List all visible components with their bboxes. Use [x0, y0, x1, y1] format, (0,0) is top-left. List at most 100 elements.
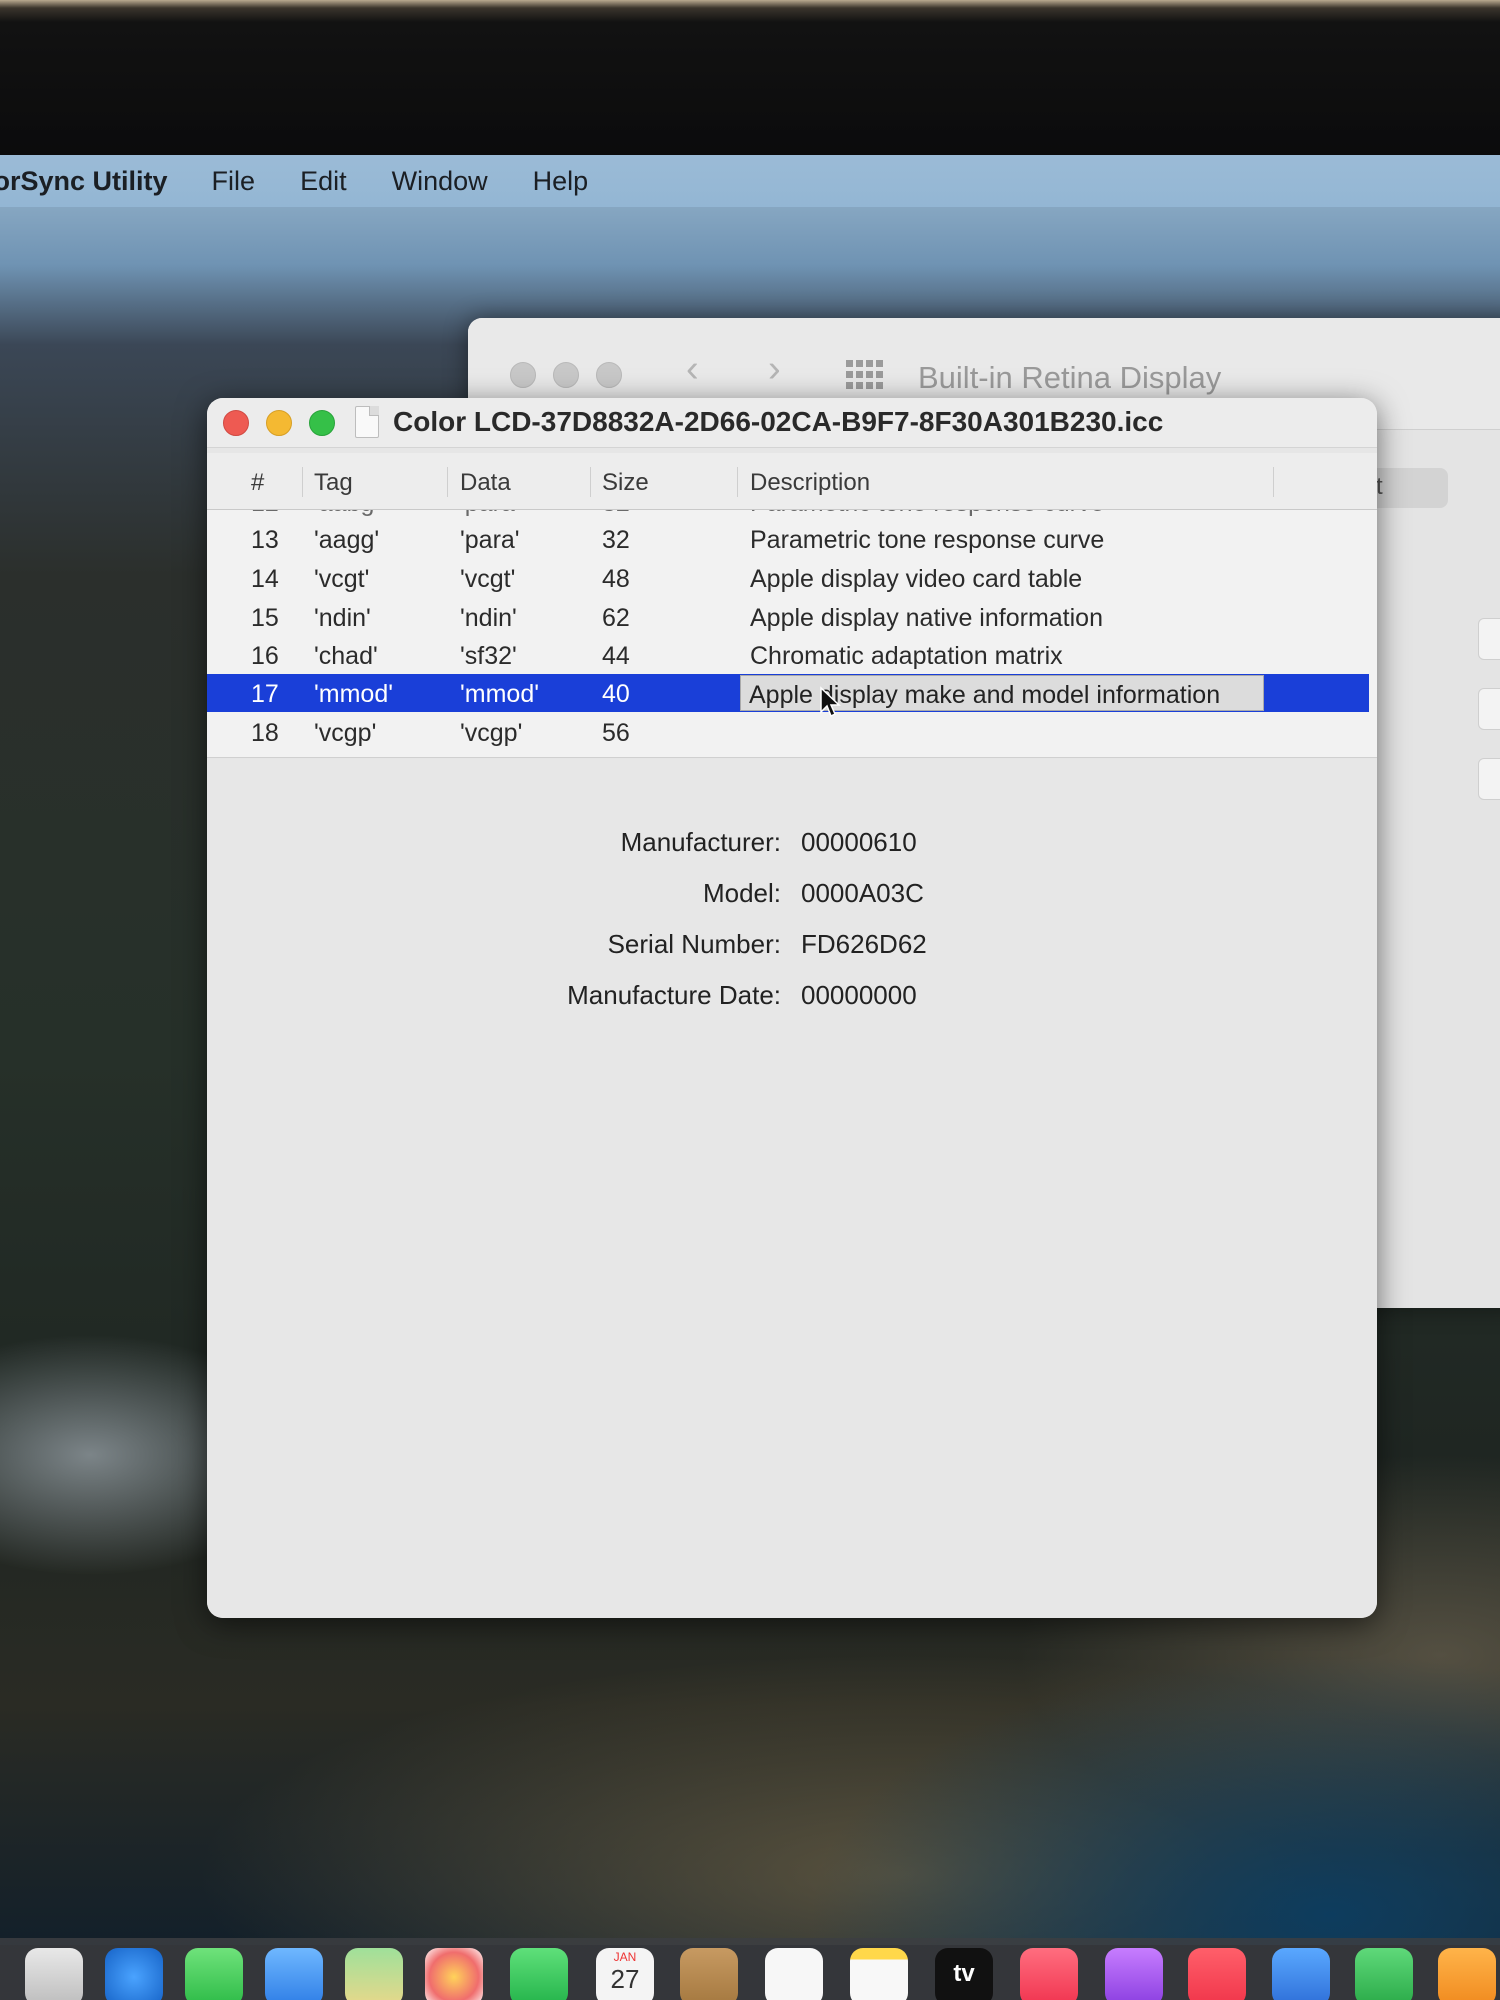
cell-tag: 'vcgp'	[314, 719, 377, 747]
detail-row-manufacture-date: Manufacture Date: 00000000	[207, 980, 1377, 1020]
apple-tv-label: tv	[953, 1960, 975, 1987]
cell-description: Apple display video card table	[750, 565, 1083, 593]
column-header-tag[interactable]: Tag	[314, 469, 353, 497]
cell-description: Parametric tone response curve	[750, 526, 1105, 554]
cell-number: 15	[251, 604, 279, 632]
cell-number: 12	[251, 510, 279, 518]
minimize-button-inactive[interactable]	[553, 362, 579, 388]
column-header-number[interactable]: #	[251, 469, 264, 497]
cell-description: Chromatic adaptation matrix	[750, 642, 1063, 670]
menu-file[interactable]: File	[212, 166, 256, 197]
podcasts-icon[interactable]	[1105, 1948, 1163, 2000]
cell-tag: 'ndin'	[314, 604, 371, 632]
cell-size: 32	[602, 510, 630, 518]
cell-tag: 'aabg'	[314, 510, 379, 518]
detail-label: Manufacturer:	[620, 827, 781, 857]
menu-edit[interactable]: Edit	[300, 166, 347, 197]
cell-data: 'para'	[460, 526, 520, 554]
tag-detail-panel: Manufacturer: 00000610 Model: 0000A03C S…	[207, 759, 1377, 1618]
tag-table[interactable]: 12 'aabg' 'para' 32 Parametric tone resp…	[207, 510, 1377, 758]
document-icon	[355, 406, 379, 438]
profile-window: Color LCD-37D8832A-2D66-02CA-B9F7-8F30A3…	[207, 398, 1377, 1618]
reminders-icon[interactable]	[765, 1948, 823, 2000]
maps-icon[interactable]	[345, 1948, 403, 2000]
detail-row-manufacturer: Manufacturer: 00000610	[207, 827, 1377, 867]
menu-bar: lorSync Utility File Edit Window Help	[0, 155, 1500, 207]
close-button-inactive[interactable]	[510, 362, 536, 388]
keynote-icon[interactable]	[1272, 1948, 1330, 2000]
music-icon[interactable]	[1020, 1948, 1078, 2000]
notes-icon[interactable]	[850, 1948, 908, 2000]
cell-data: 'vcgp'	[460, 719, 523, 747]
cell-number: 16	[251, 642, 279, 670]
background-window-control[interactable]	[1478, 618, 1500, 660]
cell-data: 'sf32'	[460, 642, 517, 670]
background-window-title: Built-in Retina Display	[918, 360, 1222, 395]
table-row[interactable]: 14 'vcgt' 'vcgt' 48 Apple display video …	[207, 559, 1369, 597]
detail-row-serial-number: Serial Number: FD626D62	[207, 929, 1377, 969]
cell-description: Apple display native information	[750, 604, 1103, 632]
mail-icon[interactable]	[265, 1948, 323, 2000]
cell-size: 48	[602, 565, 630, 593]
contacts-icon[interactable]	[680, 1948, 738, 2000]
numbers-icon[interactable]	[1355, 1948, 1413, 2000]
zoom-button-inactive[interactable]	[596, 362, 622, 388]
cell-number: 18	[251, 719, 279, 747]
cell-tag: 'mmod'	[314, 680, 394, 708]
table-header: # Tag Data Size Description	[207, 453, 1377, 510]
launchpad-icon[interactable]	[25, 1948, 83, 2000]
cell-tag: 'aagg'	[314, 526, 380, 554]
detail-value: 0000A03C	[801, 878, 924, 908]
table-row[interactable]: 16 'chad' 'sf32' 44 Chromatic adaptation…	[207, 636, 1369, 674]
calendar-icon[interactable]: JAN 27	[596, 1948, 654, 2000]
table-row-selected[interactable]: 17 'mmod' 'mmod' 40 Apple display make a…	[207, 674, 1369, 718]
detail-row-model: Model: 0000A03C	[207, 878, 1377, 918]
cell-tag: 'chad'	[314, 642, 378, 670]
calendar-day: 27	[610, 1964, 640, 1994]
pages-icon[interactable]	[1438, 1948, 1496, 2000]
column-header-data[interactable]: Data	[460, 469, 511, 497]
messages-icon[interactable]	[185, 1948, 243, 2000]
window-title: Color LCD-37D8832A-2D66-02CA-B9F7-8F30A3…	[393, 406, 1164, 437]
cell-size: 62	[602, 604, 630, 632]
photos-icon[interactable]	[425, 1948, 483, 2000]
close-button[interactable]	[223, 410, 249, 436]
window-titlebar[interactable]: Color LCD-37D8832A-2D66-02CA-B9F7-8F30A3…	[207, 398, 1377, 448]
minimize-button[interactable]	[266, 410, 292, 436]
safari-icon[interactable]	[105, 1948, 163, 2000]
forward-arrow-icon[interactable]: ›	[768, 348, 781, 391]
cell-size: 44	[602, 642, 630, 670]
dock: JAN 27 tv	[0, 1938, 1500, 2000]
cell-number: 17	[251, 680, 279, 708]
detail-label: Manufacture Date:	[567, 980, 781, 1010]
detail-label: Serial Number:	[607, 929, 781, 959]
apple-tv-icon[interactable]: tv	[935, 1948, 993, 2000]
menu-window[interactable]: Window	[392, 166, 488, 197]
table-row[interactable]: 15 'ndin' 'ndin' 62 Apple display native…	[207, 598, 1369, 636]
back-arrow-icon[interactable]: ‹	[686, 348, 699, 391]
cell-number: 13	[251, 526, 279, 554]
cell-data: 'ndin'	[460, 604, 517, 632]
column-header-size[interactable]: Size	[602, 469, 649, 497]
cell-size: 32	[602, 526, 630, 554]
cell-size: 56	[602, 719, 630, 747]
cell-data: 'para'	[460, 510, 520, 518]
background-window-control[interactable]	[1478, 758, 1500, 800]
menu-help[interactable]: Help	[533, 166, 589, 197]
detail-label: Model:	[702, 878, 781, 908]
table-row[interactable]: 18 'vcgp' 'vcgp' 56	[207, 713, 1369, 751]
app-menu[interactable]: lorSync Utility	[0, 166, 168, 197]
cell-number: 14	[251, 565, 279, 593]
news-icon[interactable]	[1188, 1948, 1246, 2000]
column-header-description[interactable]: Description	[750, 469, 870, 497]
background-window-control[interactable]	[1478, 688, 1500, 730]
background-window-segment[interactable]: t	[1368, 468, 1448, 508]
zoom-button[interactable]	[309, 410, 335, 436]
table-row[interactable]: 13 'aagg' 'para' 32 Parametric tone resp…	[207, 520, 1369, 558]
cell-size: 40	[602, 680, 630, 708]
cell-data: 'vcgt'	[460, 565, 516, 593]
grid-icon[interactable]	[846, 360, 886, 390]
calendar-month: JAN	[613, 1950, 637, 1964]
facetime-icon[interactable]	[510, 1948, 568, 2000]
monitor-bezel	[0, 0, 1500, 160]
